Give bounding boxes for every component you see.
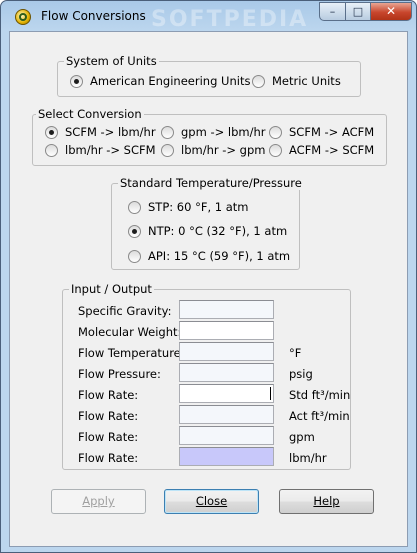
radio-label: SCFM -> ACFM bbox=[289, 125, 375, 139]
flow-conversions-window: Flow Conversions SOFTPEDIA – □ ✕ System … bbox=[0, 0, 417, 553]
radio-unchecked-icon bbox=[161, 125, 174, 139]
flow-rate-gpm-label: Flow Rate: bbox=[78, 430, 139, 444]
flow-rate-lbmhr-label: Flow Rate: bbox=[78, 451, 139, 465]
stp-group: Standard Temperature/Pressure STP: 60 °F… bbox=[111, 176, 304, 270]
conversion-group: Select Conversion SCFM -> lbm/hr gpm -> … bbox=[32, 107, 387, 166]
flow-temperature-field[interactable] bbox=[179, 342, 274, 361]
radio-unchecked-icon bbox=[269, 143, 282, 157]
flow-rate-lbmhr-field bbox=[179, 447, 274, 466]
help-button[interactable]: Help bbox=[279, 489, 374, 514]
close-button[interactable]: Close bbox=[164, 489, 259, 514]
radio-gpm-to-lbmhr[interactable]: gpm -> lbm/hr bbox=[161, 125, 266, 139]
flow-rate-act-label: Flow Rate: bbox=[78, 409, 139, 423]
radio-label: Metric Units bbox=[272, 74, 341, 88]
radio-checked-icon bbox=[70, 74, 83, 88]
radio-label: API: 15 °C (59 °F), 1 atm bbox=[148, 249, 291, 263]
minimize-button[interactable]: – bbox=[319, 2, 346, 21]
radio-lbmhr-to-scfm[interactable]: lbm/hr -> SCFM bbox=[45, 143, 156, 157]
radio-stp[interactable]: STP: 60 °F, 1 atm bbox=[128, 200, 249, 214]
title-bar[interactable]: Flow Conversions SOFTPEDIA – □ ✕ bbox=[1, 1, 416, 32]
maximize-button[interactable]: □ bbox=[345, 2, 371, 21]
close-icon: ✕ bbox=[385, 4, 397, 18]
flow-rate-std-label: Flow Rate: bbox=[78, 388, 139, 402]
flow-rate-std-unit: Std ft³/min bbox=[289, 388, 351, 402]
conversion-legend: Select Conversion bbox=[36, 107, 144, 121]
flow-rate-std-field[interactable] bbox=[179, 384, 274, 403]
radio-unchecked-icon bbox=[128, 249, 141, 263]
radio-label: NTP: 0 °C (32 °F), 1 atm bbox=[148, 224, 288, 238]
flow-pressure-field[interactable] bbox=[179, 363, 274, 382]
radio-unchecked-icon bbox=[161, 143, 174, 157]
text-caret bbox=[270, 387, 271, 400]
radio-unchecked-icon bbox=[269, 125, 282, 139]
radio-label: lbm/hr -> gpm bbox=[181, 143, 266, 157]
radio-api[interactable]: API: 15 °C (59 °F), 1 atm bbox=[128, 249, 290, 263]
stp-legend: Standard Temperature/Pressure bbox=[118, 176, 304, 190]
app-icon bbox=[15, 9, 31, 25]
flow-temperature-label: Flow Temperature: bbox=[78, 346, 185, 360]
radio-unchecked-icon bbox=[128, 200, 141, 214]
radio-american-units[interactable]: American Engineering Units bbox=[70, 74, 250, 88]
watermark: SOFTPEDIA bbox=[151, 7, 309, 32]
units-group: System of Units American Engineering Uni… bbox=[57, 54, 361, 97]
io-legend: Input / Output bbox=[69, 282, 154, 296]
radio-label: SCFM -> lbm/hr bbox=[65, 125, 156, 139]
flow-rate-gpm-field[interactable] bbox=[179, 426, 274, 445]
radio-unchecked-icon bbox=[252, 74, 265, 88]
radio-checked-icon bbox=[45, 125, 58, 139]
flow-temperature-unit: °F bbox=[289, 346, 302, 360]
minimize-icon: – bbox=[329, 5, 336, 18]
apply-button[interactable]: Apply bbox=[51, 489, 146, 514]
specific-gravity-field[interactable] bbox=[179, 300, 274, 319]
radio-ntp[interactable]: NTP: 0 °C (32 °F), 1 atm bbox=[128, 224, 287, 238]
radio-acfm-to-scfm[interactable]: ACFM -> SCFM bbox=[269, 143, 374, 157]
flow-pressure-unit: psig bbox=[289, 367, 313, 381]
flow-rate-lbmhr-unit: lbm/hr bbox=[289, 451, 327, 465]
radio-label: lbm/hr -> SCFM bbox=[65, 143, 156, 157]
flow-rate-act-field[interactable] bbox=[179, 405, 274, 424]
flow-rate-act-unit: Act ft³/min bbox=[289, 409, 350, 423]
radio-label: ACFM -> SCFM bbox=[289, 143, 375, 157]
close-window-button[interactable]: ✕ bbox=[370, 2, 412, 21]
radio-lbmhr-to-gpm[interactable]: lbm/hr -> gpm bbox=[161, 143, 266, 157]
radio-label: STP: 60 °F, 1 atm bbox=[148, 200, 249, 214]
radio-label: American Engineering Units bbox=[90, 74, 251, 88]
flow-pressure-label: Flow Pressure: bbox=[78, 367, 161, 381]
molecular-weight-field[interactable] bbox=[179, 321, 274, 340]
radio-scfm-to-lbmhr[interactable]: SCFM -> lbm/hr bbox=[45, 125, 156, 139]
radio-metric-units[interactable]: Metric Units bbox=[252, 74, 341, 88]
window-title: Flow Conversions bbox=[41, 9, 146, 23]
maximize-icon: □ bbox=[352, 5, 364, 18]
molecular-weight-label: Molecular Weight: bbox=[78, 325, 182, 339]
radio-checked-icon bbox=[128, 224, 141, 238]
flow-rate-gpm-unit: gpm bbox=[289, 430, 315, 444]
radio-label: gpm -> lbm/hr bbox=[181, 125, 266, 139]
units-legend: System of Units bbox=[64, 54, 159, 68]
specific-gravity-label: Specific Gravity: bbox=[78, 304, 172, 318]
radio-scfm-to-acfm[interactable]: SCFM -> ACFM bbox=[269, 125, 374, 139]
dialog-client-area: System of Units American Engineering Uni… bbox=[9, 31, 408, 547]
radio-unchecked-icon bbox=[45, 143, 58, 157]
